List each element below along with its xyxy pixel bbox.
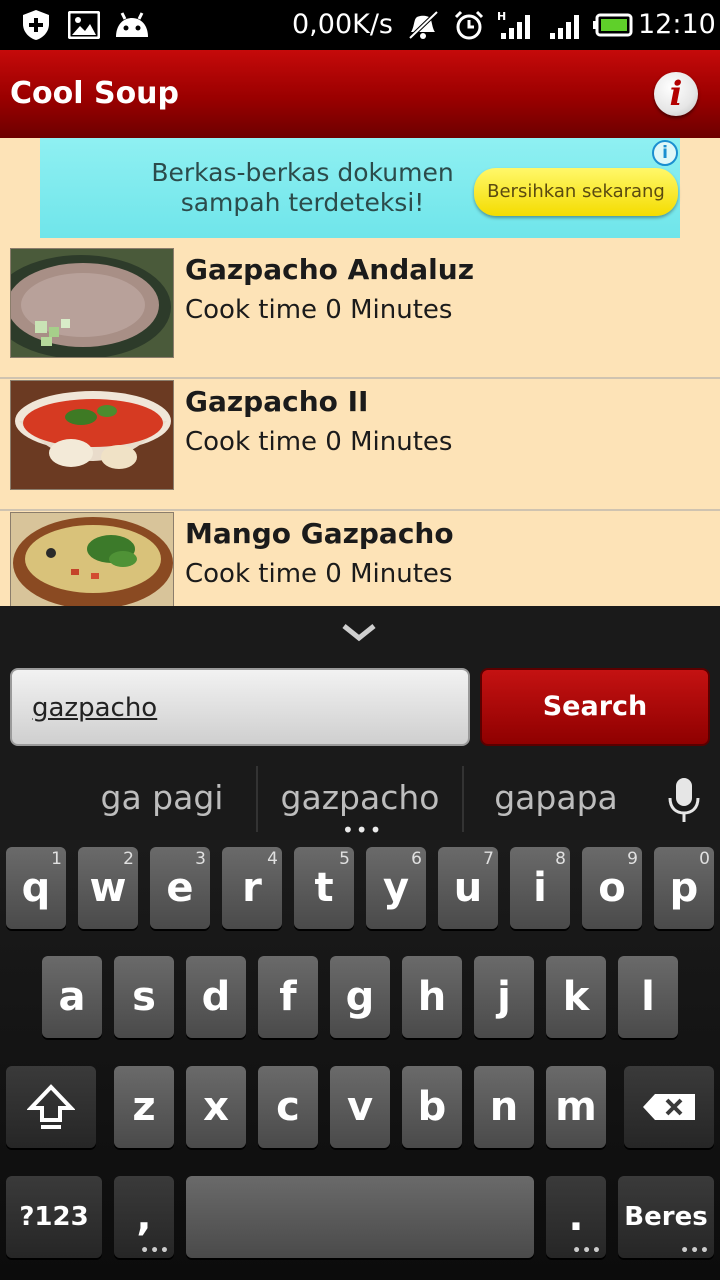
android-icon <box>113 8 151 42</box>
info-icon: i <box>669 74 683 114</box>
space-key[interactable] <box>186 1176 534 1258</box>
ad-text: Berkas-berkas dokumen sampah terdeteksi! <box>151 158 454 217</box>
recipe-thumbnail <box>10 380 174 490</box>
key-b[interactable]: b <box>402 1066 462 1148</box>
key-x[interactable]: x <box>186 1066 246 1148</box>
more-suggestions-dots: ••• <box>342 818 384 842</box>
key-c[interactable]: c <box>258 1066 318 1148</box>
period-key[interactable]: . ••• <box>546 1176 606 1258</box>
network-speed: 0,00K/s <box>292 9 393 40</box>
battery-icon <box>593 8 633 42</box>
shift-key[interactable] <box>6 1066 96 1148</box>
suggestion-1[interactable]: ga pagi <box>60 778 264 818</box>
soft-keyboard: ga pagi gazpacho gapapa ••• q1 w2 e3 r4 … <box>0 756 720 1280</box>
info-button[interactable]: i <box>654 72 698 116</box>
key-d[interactable]: d <box>186 956 246 1038</box>
ad-cta-button[interactable]: Bersihkan sekarang <box>474 168 678 216</box>
signal-icon <box>546 8 582 42</box>
key-l[interactable]: l <box>618 956 678 1038</box>
chevron-down-icon <box>342 624 376 642</box>
mute-icon <box>406 8 440 42</box>
recipe-row[interactable]: Gazpacho II Cook time 0 Minutes <box>0 380 720 511</box>
key-r[interactable]: r4 <box>222 847 282 929</box>
recipe-thumbnail <box>10 248 174 358</box>
key-y[interactable]: y6 <box>366 847 426 929</box>
symbols-key[interactable]: ?123 <box>6 1176 102 1258</box>
recipe-cook-time: Cook time 0 Minutes <box>185 295 453 325</box>
suggestion-divider <box>462 766 464 832</box>
recipe-list: Berkas-berkas dokumen sampah terdeteksi!… <box>0 138 720 606</box>
suggestion-bar: ga pagi gazpacho gapapa ••• <box>0 756 720 840</box>
screen: 0,00K/s H 12:10 Cool Soup i Berkas-berka… <box>0 0 720 1280</box>
suggestion-divider <box>256 766 258 832</box>
recipe-cook-time: Cook time 0 Minutes <box>185 427 453 457</box>
key-m[interactable]: m <box>546 1066 606 1148</box>
key-h[interactable]: h <box>402 956 462 1038</box>
key-a[interactable]: a <box>42 956 102 1038</box>
key-f[interactable]: f <box>258 956 318 1038</box>
recipe-title: Gazpacho Andaluz <box>185 253 474 286</box>
clock: 12:10 <box>638 9 716 40</box>
picture-icon <box>68 8 100 42</box>
recipe-cook-time: Cook time 0 Minutes <box>185 559 453 589</box>
search-input[interactable]: gazpacho <box>10 668 470 746</box>
key-i[interactable]: i8 <box>510 847 570 929</box>
suggestion-2[interactable]: gazpacho <box>266 778 454 818</box>
key-s[interactable]: s <box>114 956 174 1038</box>
app-title: Cool Soup <box>10 76 180 111</box>
backspace-icon <box>643 1094 695 1120</box>
comma-key[interactable]: , ••• <box>114 1176 174 1258</box>
svg-text:H: H <box>497 10 506 23</box>
signal-h-icon: H <box>497 8 533 42</box>
ad-info-icon[interactable]: i <box>652 140 678 166</box>
key-n[interactable]: n <box>474 1066 534 1148</box>
ad-banner[interactable]: Berkas-berkas dokumen sampah terdeteksi!… <box>40 138 680 238</box>
recipe-title: Gazpacho II <box>185 385 369 418</box>
suggestion-3[interactable]: gapapa <box>472 778 640 818</box>
key-o[interactable]: o9 <box>582 847 642 929</box>
alarm-icon <box>453 8 485 42</box>
shield-plus-icon <box>22 8 50 42</box>
app-bar: Cool Soup i <box>0 50 720 138</box>
search-bar: gazpacho Search <box>0 606 720 756</box>
status-bar: 0,00K/s H 12:10 <box>0 0 720 50</box>
key-p[interactable]: p0 <box>654 847 714 929</box>
key-q[interactable]: q1 <box>6 847 66 929</box>
key-j[interactable]: j <box>474 956 534 1038</box>
microphone-icon[interactable] <box>664 776 704 824</box>
backspace-key[interactable] <box>624 1066 714 1148</box>
recipe-title: Mango Gazpacho <box>185 517 454 550</box>
recipe-thumbnail <box>10 512 174 606</box>
done-key[interactable]: Beres ••• <box>618 1176 714 1258</box>
search-input-value: gazpacho <box>32 693 158 723</box>
key-g[interactable]: g <box>330 956 390 1038</box>
key-t[interactable]: t5 <box>294 847 354 929</box>
shift-icon <box>26 1084 76 1129</box>
key-w[interactable]: w2 <box>78 847 138 929</box>
key-k[interactable]: k <box>546 956 606 1038</box>
key-u[interactable]: u7 <box>438 847 498 929</box>
key-e[interactable]: e3 <box>150 847 210 929</box>
key-z[interactable]: z <box>114 1066 174 1148</box>
recipe-row[interactable]: Gazpacho Andaluz Cook time 0 Minutes <box>0 248 720 379</box>
key-v[interactable]: v <box>330 1066 390 1148</box>
hide-keyboard-button[interactable] <box>340 620 378 644</box>
search-button[interactable]: Search <box>480 668 710 746</box>
recipe-row[interactable]: Mango Gazpacho Cook time 0 Minutes <box>0 512 720 606</box>
